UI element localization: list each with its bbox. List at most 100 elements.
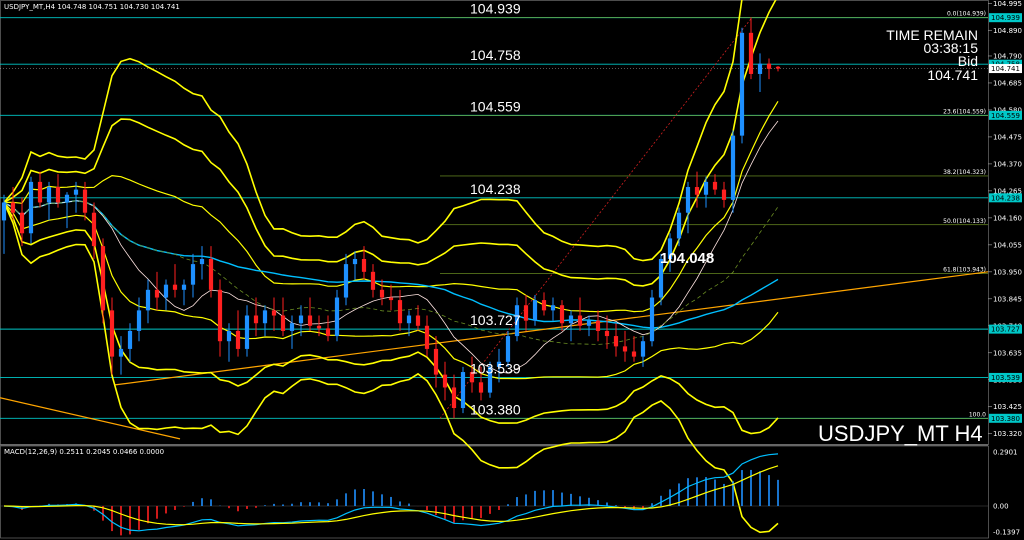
fib-level-label: 50.0(104.133)	[943, 218, 986, 225]
horizontal-level-label: 103.539	[470, 360, 521, 376]
candle-body	[433, 348, 439, 375]
candle-body	[19, 212, 25, 234]
price-annotation: 104.048	[660, 250, 714, 267]
candle-body	[244, 315, 250, 349]
candle-body	[271, 310, 277, 316]
fib-level-label: 0.0(104.939)	[947, 11, 986, 18]
y-tick-label: 104.055	[993, 241, 1022, 249]
candle-body	[748, 32, 754, 74]
candle-body	[604, 330, 610, 337]
horizontal-level-label: 103.727	[470, 312, 521, 328]
candle-body	[1, 202, 7, 221]
bid-value: 104.741	[927, 67, 978, 83]
candle-body	[298, 315, 304, 324]
candle-body	[586, 320, 592, 326]
candle-body	[10, 202, 16, 213]
y-tick-label: 103.635	[993, 349, 1022, 357]
candle-body	[532, 300, 538, 321]
y-tick-label: 104.475	[993, 133, 1022, 141]
candle-body	[136, 310, 142, 331]
candle-body	[217, 289, 223, 342]
candle-body	[316, 325, 322, 329]
fib-level-label: 23.6(104.559)	[943, 108, 986, 115]
candle-body	[226, 330, 232, 342]
candle-body	[181, 284, 187, 290]
macd-line	[3, 453, 779, 532]
candle-body	[595, 320, 601, 331]
candle-body	[739, 32, 745, 136]
candle-body	[649, 297, 655, 342]
candle-body	[253, 315, 259, 324]
price-tag-label: 103.539	[991, 374, 1020, 382]
candle-body	[388, 297, 394, 301]
candle-body	[613, 336, 619, 347]
candle-body	[109, 310, 115, 357]
fib-level-label: 61.8(103.943)	[943, 267, 986, 274]
candle-body	[199, 258, 205, 265]
macd-tick-label: 0.00	[993, 502, 1009, 510]
candle-body	[415, 315, 421, 326]
candle-body	[100, 246, 106, 311]
price-tag-label: 103.727	[991, 326, 1020, 334]
y-tick-label: 104.890	[993, 27, 1022, 35]
candle-body	[208, 258, 214, 290]
y-tick-label: 104.685	[993, 79, 1022, 87]
horizontal-level-label: 104.238	[470, 181, 521, 197]
candle-body	[478, 382, 484, 393]
candle-body	[442, 374, 448, 388]
candle-body	[127, 330, 133, 349]
candle-body	[325, 328, 331, 337]
candle-body	[379, 289, 385, 298]
candle-body	[190, 264, 196, 285]
candle-body	[280, 315, 286, 331]
y-tick-label: 104.790	[993, 52, 1022, 60]
candle-body	[118, 348, 124, 357]
price-tag-label: 104.741	[991, 65, 1020, 73]
candle-body	[352, 258, 358, 265]
horizontal-level-label: 104.559	[470, 98, 521, 114]
y-tick-label: 103.320	[993, 430, 1022, 438]
candle-body	[703, 181, 709, 195]
y-tick-label: 104.160	[993, 214, 1022, 222]
candle-body	[73, 189, 79, 195]
candle-body	[262, 310, 268, 324]
candle-body	[163, 284, 169, 298]
candle-body	[154, 289, 160, 298]
candle-body	[172, 284, 178, 290]
candle-body	[730, 135, 736, 200]
candle-body	[676, 212, 682, 239]
candle-body	[82, 189, 88, 213]
horizontal-level-label: 104.758	[470, 47, 521, 63]
candle-body	[289, 323, 295, 331]
candle-body	[46, 187, 52, 203]
candle-body	[577, 315, 583, 326]
symbol-header: USDJPY_MT,H4 104.748 104.751 104.730 104…	[4, 3, 180, 11]
macd-tick-label: 0.2901	[993, 449, 1018, 457]
price-tag-label: 103.380	[991, 415, 1020, 423]
candle-body	[541, 300, 547, 311]
candle-body	[361, 258, 367, 272]
candle-body	[397, 300, 403, 324]
macd-signal-line	[3, 465, 779, 526]
candle-body	[28, 181, 34, 234]
candle-body	[757, 63, 763, 74]
y-tick-label: 103.950	[993, 268, 1022, 276]
candle-body	[406, 315, 412, 324]
candle-body	[307, 315, 313, 326]
candle-body	[640, 341, 646, 357]
candle-body	[721, 189, 727, 200]
candle-body	[523, 305, 529, 321]
candle-body	[775, 66, 781, 69]
fib-level-label: 38.2(104.323)	[943, 169, 986, 176]
candle-body	[424, 325, 430, 349]
candle-body	[622, 346, 628, 352]
y-tick-label: 104.995	[993, 0, 1022, 8]
candle-body	[334, 297, 340, 337]
candle-body	[766, 63, 772, 69]
candle-body	[37, 181, 43, 203]
y-tick-label: 104.370	[993, 160, 1022, 168]
candle-body	[559, 305, 565, 324]
symbol-watermark: USDJPY_MT H4	[818, 421, 983, 446]
candle-body	[460, 372, 466, 409]
candle-body	[145, 289, 151, 311]
